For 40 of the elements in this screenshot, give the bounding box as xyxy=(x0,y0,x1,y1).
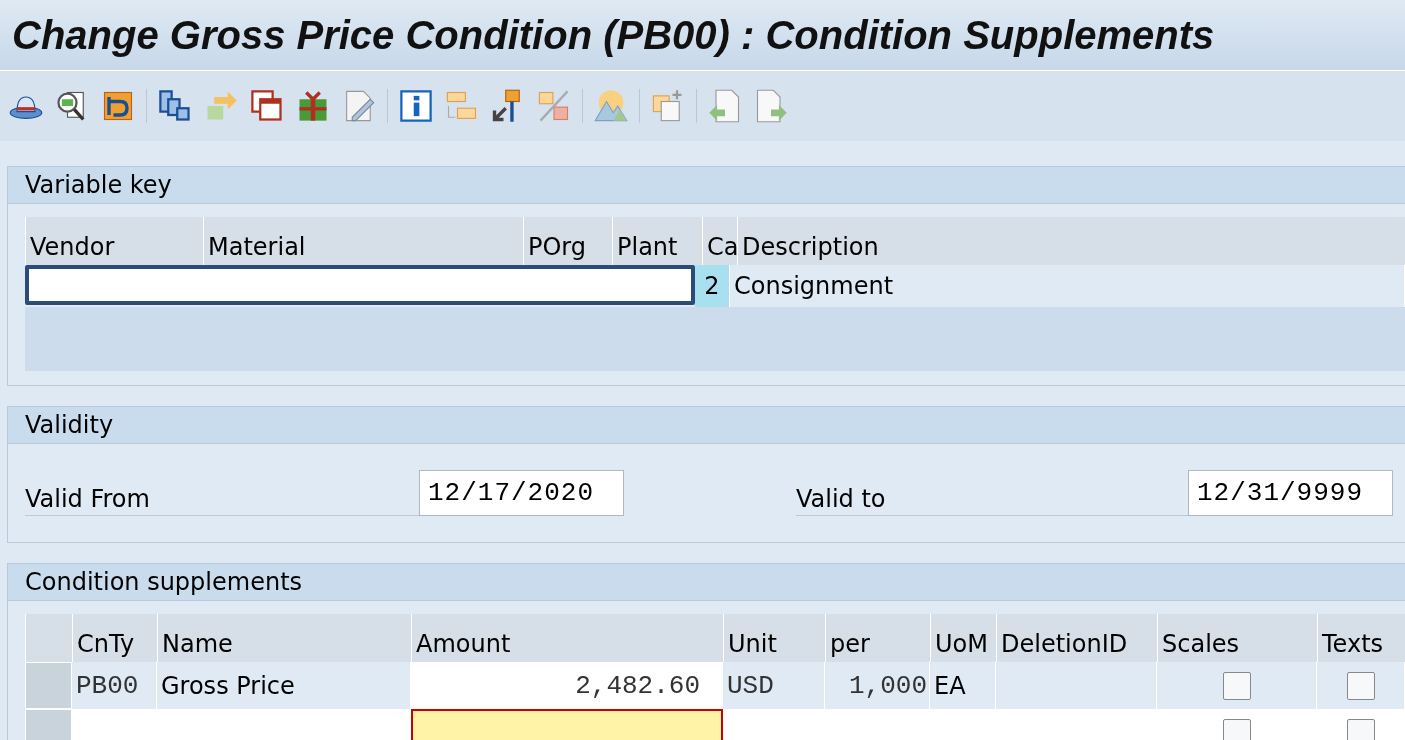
column-header: Plant xyxy=(617,233,678,261)
column-header: CnTy xyxy=(77,630,135,658)
checkbox[interactable] xyxy=(1222,718,1251,740)
info-icon[interactable] xyxy=(398,88,434,124)
mountain-icon[interactable] xyxy=(593,88,629,124)
column-header: Vendor xyxy=(30,233,115,261)
column-header: Ca xyxy=(707,233,739,261)
checkbox[interactable] xyxy=(1346,718,1375,740)
column-header: Material xyxy=(208,233,306,261)
checkbox[interactable] xyxy=(1222,671,1251,700)
table-cell: EA xyxy=(934,671,966,700)
column-header: Name xyxy=(162,630,233,658)
column-header: UoM xyxy=(935,630,988,658)
section-title: Variable key xyxy=(25,171,172,199)
column-header: POrg xyxy=(528,233,587,261)
table-cell: Consignment xyxy=(734,272,894,300)
column-header: Unit xyxy=(728,630,777,658)
table-cell: 2 xyxy=(704,272,720,300)
date-field[interactable]: 12/17/2020 xyxy=(419,470,624,516)
amount-field[interactable]: 2,482.60 xyxy=(575,670,700,701)
input-field[interactable] xyxy=(25,265,695,305)
window-title: Change Gross Price Condition (PB00) : Condition Supplements xyxy=(12,12,1215,58)
column-header: DeletionID xyxy=(1001,630,1128,658)
column-header: Description xyxy=(742,233,879,261)
field-label: Valid From xyxy=(25,485,150,513)
calendar-icon[interactable] xyxy=(249,88,285,124)
table-cell: USD xyxy=(727,670,774,701)
column-header: Amount xyxy=(416,630,511,658)
table-cell: PB00 xyxy=(76,670,139,701)
date-field[interactable]: 12/31/9999 xyxy=(1188,470,1393,516)
copy-icon[interactable] xyxy=(157,88,193,124)
table-cell: 1,000 xyxy=(849,670,927,701)
section-title: Condition supplements xyxy=(25,568,303,596)
field-label: Valid to xyxy=(796,485,886,513)
table-cell: Gross Price xyxy=(161,671,295,700)
column-header: Texts xyxy=(1322,630,1384,658)
column-header: Scales xyxy=(1162,630,1240,658)
column-header: per xyxy=(830,630,870,658)
checkbox[interactable] xyxy=(1346,671,1375,700)
section-title: Validity xyxy=(25,411,114,439)
